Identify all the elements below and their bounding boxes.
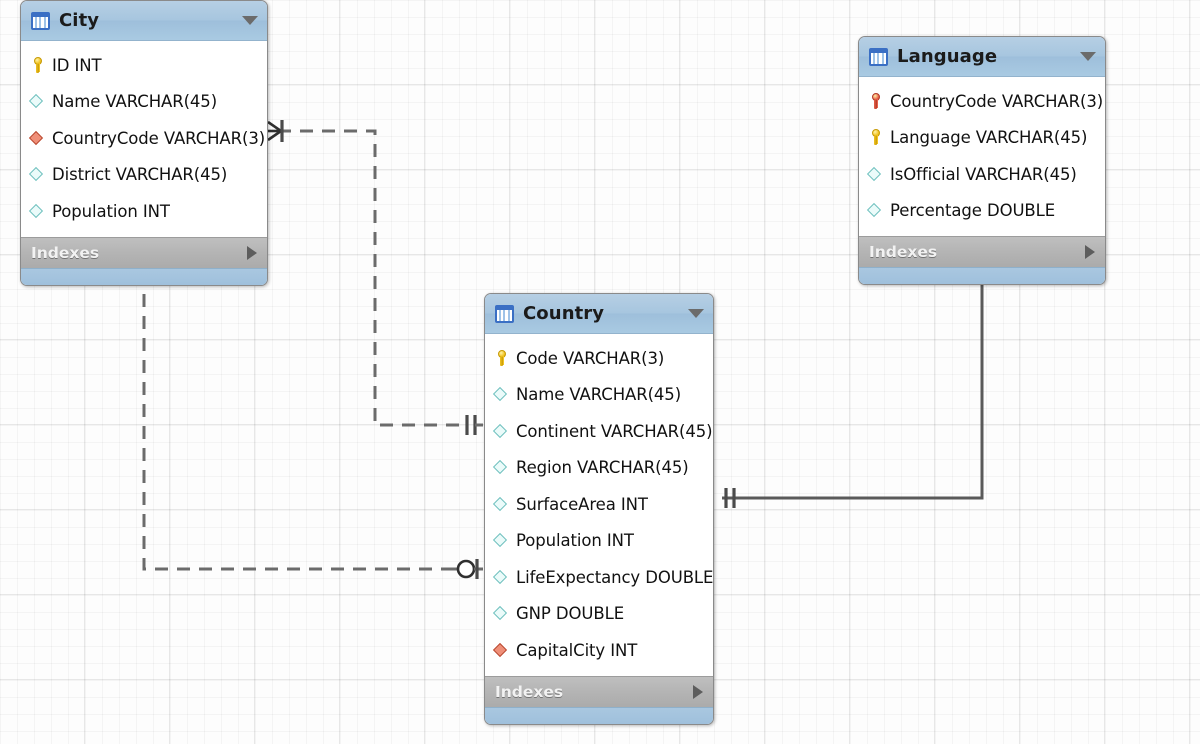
column-row[interactable]: CapitalCity INT <box>485 632 713 669</box>
column-list-country: Code VARCHAR(3) Name VARCHAR(45) Continent… <box>485 334 713 676</box>
column-label: Name VARCHAR(45) <box>516 385 681 404</box>
table-language[interactable]: Language CountryCode VARCHAR(3) Language V… <box>858 36 1106 285</box>
table-footer-language <box>859 267 1105 284</box>
column-row[interactable]: Name VARCHAR(45) <box>21 84 267 121</box>
column-list-language: CountryCode VARCHAR(3) Language VARCHAR(4… <box>859 77 1105 236</box>
column-label: Population INT <box>52 202 170 221</box>
column-label: LifeExpectancy DOUBLE <box>516 568 713 587</box>
column-row[interactable]: GNP DOUBLE <box>485 596 713 633</box>
column-label: CountryCode VARCHAR(3) <box>52 129 265 148</box>
relationship-country-city[interactable] <box>134 272 483 579</box>
yellow-key-icon <box>867 129 884 146</box>
column-label: Region VARCHAR(45) <box>516 458 689 477</box>
cardinality-one-country-a <box>467 415 483 435</box>
table-city[interactable]: City ID INT Name VARCHAR(45) CountryCode VA… <box>20 0 268 286</box>
column-row[interactable]: Percentage DOUBLE <box>859 193 1105 230</box>
indexes-label: Indexes <box>869 243 937 261</box>
column-row[interactable]: Population INT <box>21 193 267 230</box>
column-row[interactable]: ID INT <box>21 47 267 84</box>
column-label: ID INT <box>52 56 102 75</box>
teal-diamond-icon <box>493 386 510 403</box>
relationship-line <box>278 131 466 425</box>
relationship-line <box>734 276 982 498</box>
table-name-country: Country <box>523 303 604 324</box>
table-country[interactable]: CountryCode VARCHAR(3)Name VARCHAR(45)Co… <box>484 293 714 725</box>
chevron-right-icon[interactable] <box>247 246 257 260</box>
table-icon <box>31 12 50 30</box>
column-label: Percentage DOUBLE <box>890 201 1055 220</box>
column-label: Language VARCHAR(45) <box>890 128 1087 147</box>
column-row[interactable]: Name VARCHAR(45) <box>485 377 713 414</box>
table-header-city[interactable]: City <box>21 1 267 41</box>
chevron-down-icon[interactable] <box>1080 52 1096 61</box>
teal-diamond-icon <box>493 496 510 513</box>
column-row[interactable]: Code VARCHAR(3) <box>485 340 713 377</box>
yellow-key-icon <box>493 350 510 367</box>
column-row[interactable]: Region VARCHAR(45) <box>485 450 713 487</box>
table-icon <box>495 305 514 323</box>
column-row[interactable]: LifeExpectancy DOUBLE <box>485 559 713 596</box>
table-header-language[interactable]: Language <box>859 37 1105 77</box>
cardinality-zero-or-one-country <box>452 559 483 579</box>
column-row[interactable]: IsOfficial VARCHAR(45) <box>859 156 1105 193</box>
red-key-icon <box>867 93 884 110</box>
indexes-label: Indexes <box>31 244 99 262</box>
column-label: CapitalCity INT <box>516 641 637 660</box>
column-label: District VARCHAR(45) <box>52 165 227 184</box>
teal-diamond-icon <box>867 202 884 219</box>
teal-diamond-icon <box>867 166 884 183</box>
relationship-city-country[interactable] <box>268 120 483 435</box>
cardinality-one-country-b <box>722 488 734 508</box>
table-header-country[interactable]: Country <box>485 294 713 334</box>
column-list-city: ID INT Name VARCHAR(45) CountryCode VARCHA… <box>21 41 267 237</box>
column-label: Population INT <box>516 531 634 550</box>
teal-diamond-icon <box>493 459 510 476</box>
eer-diagram-canvas[interactable]: Country.Code (dashed, identifying-ish) -… <box>0 0 1200 744</box>
table-name-city: City <box>59 10 99 31</box>
indexes-section-language[interactable]: Indexes <box>859 236 1105 267</box>
indexes-label: Indexes <box>495 683 563 701</box>
red-diamond-icon <box>493 642 510 659</box>
indexes-section-city[interactable]: Indexes <box>21 237 267 268</box>
column-row[interactable]: CountryCode VARCHAR(3) <box>21 120 267 157</box>
column-label: Name VARCHAR(45) <box>52 92 217 111</box>
table-icon <box>869 48 888 66</box>
table-footer-country <box>485 707 713 724</box>
teal-diamond-icon <box>493 605 510 622</box>
column-row[interactable]: Continent VARCHAR(45) <box>485 413 713 450</box>
table-footer-city <box>21 268 267 285</box>
chevron-down-icon[interactable] <box>242 16 258 25</box>
column-row[interactable]: Language VARCHAR(45) <box>859 120 1105 157</box>
teal-diamond-icon <box>493 569 510 586</box>
yellow-key-icon <box>29 57 46 74</box>
table-name-language: Language <box>897 46 997 67</box>
column-row[interactable]: Population INT <box>485 523 713 560</box>
column-label: GNP DOUBLE <box>516 604 624 623</box>
column-row[interactable]: CountryCode VARCHAR(3) <box>859 83 1105 120</box>
chevron-right-icon[interactable] <box>1085 245 1095 259</box>
crowfoot-many-city <box>268 120 282 142</box>
column-label: IsOfficial VARCHAR(45) <box>890 165 1077 184</box>
column-row[interactable]: District VARCHAR(45) <box>21 157 267 194</box>
column-row[interactable]: SurfaceArea INT <box>485 486 713 523</box>
indexes-section-country[interactable]: Indexes <box>485 676 713 707</box>
column-label: CountryCode VARCHAR(3) <box>890 92 1103 111</box>
column-label: Continent VARCHAR(45) <box>516 422 713 441</box>
teal-diamond-icon <box>29 93 46 110</box>
teal-diamond-icon <box>493 532 510 549</box>
relationship-language-country[interactable] <box>722 264 993 508</box>
chevron-right-icon[interactable] <box>693 685 703 699</box>
teal-diamond-icon <box>493 423 510 440</box>
red-diamond-icon <box>29 130 46 147</box>
teal-diamond-icon <box>29 166 46 183</box>
column-label: Code VARCHAR(3) <box>516 349 664 368</box>
chevron-down-icon[interactable] <box>688 309 704 318</box>
column-label: SurfaceArea INT <box>516 495 648 514</box>
teal-diamond-icon <box>29 203 46 220</box>
relationship-line <box>144 272 452 569</box>
